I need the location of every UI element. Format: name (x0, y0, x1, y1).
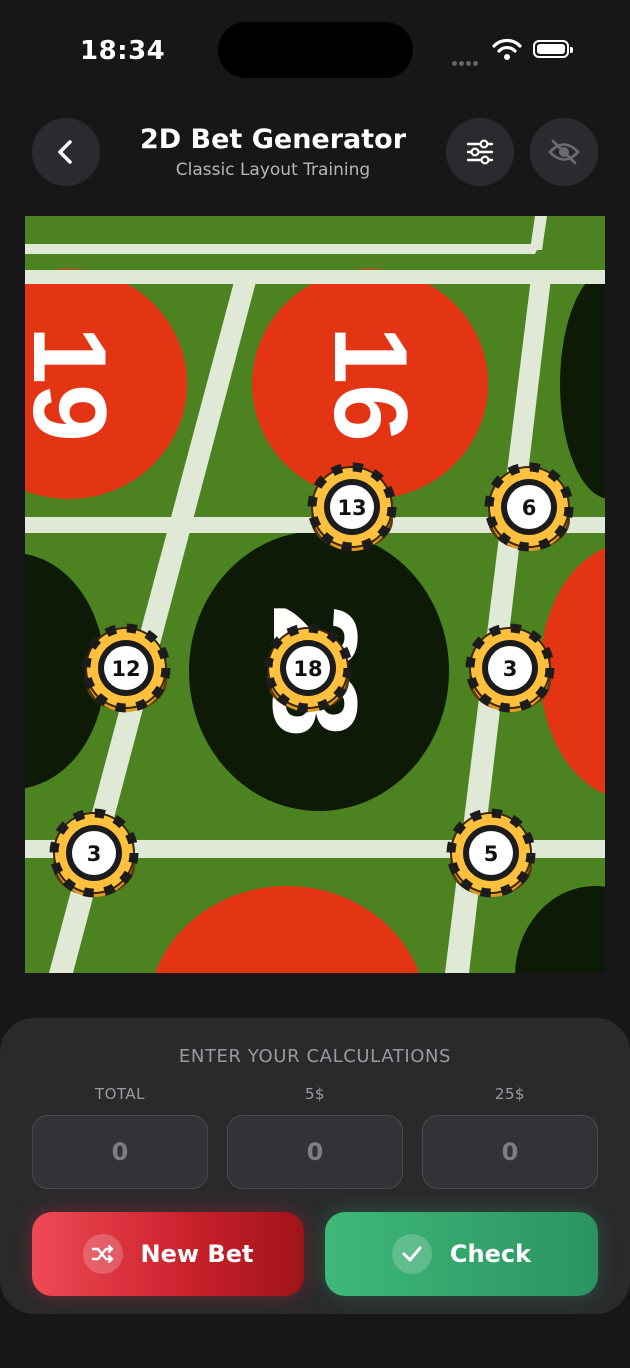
check-label: Check (449, 1240, 532, 1268)
sliders-icon (466, 139, 494, 165)
battery-icon (533, 40, 573, 58)
back-button[interactable] (32, 118, 100, 186)
page-subtitle: Classic Layout Training (175, 160, 371, 180)
table-number: 16 (312, 326, 428, 442)
chip-value: 18 (293, 657, 322, 681)
twenty-five-dollar-label: 25$ (494, 1085, 526, 1103)
wifi-icon (492, 38, 522, 65)
bet-chip[interactable]: 3 (49, 808, 139, 898)
bet-chip[interactable]: 12 (81, 623, 171, 713)
bet-chip[interactable]: 18 (263, 623, 353, 713)
bet-chip[interactable]: 5 (446, 808, 536, 898)
chip-value: 13 (337, 496, 366, 520)
dynamic-island (218, 22, 413, 78)
status-bar: 18:34 (0, 0, 630, 100)
roulette-table[interactable]: 19 16 23 13 6 12 (25, 216, 605, 973)
new-bet-label: New Bet (140, 1240, 254, 1268)
five-dollar-input[interactable]: 0 (227, 1115, 403, 1189)
bet-chip[interactable]: 6 (484, 462, 574, 552)
page-title: 2D Bet Generator (139, 124, 407, 155)
bet-chip[interactable]: 13 (307, 462, 397, 552)
bet-chip[interactable]: 3 (465, 623, 555, 713)
chevron-left-icon (58, 140, 72, 164)
chip-value: 12 (111, 657, 140, 681)
chip-value: 5 (484, 842, 499, 866)
new-bet-button[interactable]: New Bet (32, 1212, 304, 1296)
total-label: TOTAL (94, 1085, 146, 1103)
check-button[interactable]: Check (325, 1212, 598, 1296)
twenty-five-dollar-input[interactable]: 0 (422, 1115, 598, 1189)
table-number: 19 (25, 326, 127, 442)
settings-button[interactable] (446, 118, 514, 186)
chip-value: 3 (87, 842, 102, 866)
shuffle-icon (82, 1234, 123, 1274)
chip-value: 6 (522, 496, 537, 520)
status-time: 18:34 (80, 36, 166, 66)
eye-slash-icon (548, 139, 580, 165)
total-input[interactable]: 0 (32, 1115, 208, 1189)
chip-value: 3 (503, 657, 518, 681)
checkmark-icon (391, 1234, 432, 1274)
five-dollar-label: 5$ (304, 1085, 326, 1103)
cellular-signal-icon (452, 53, 480, 71)
visibility-toggle-button[interactable] (530, 118, 598, 186)
calculation-title: ENTER YOUR CALCULATIONS (178, 1046, 452, 1067)
